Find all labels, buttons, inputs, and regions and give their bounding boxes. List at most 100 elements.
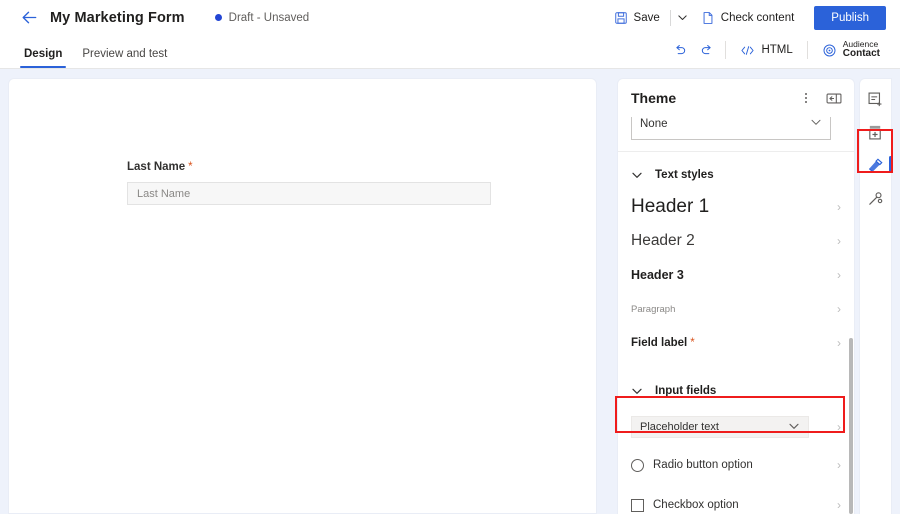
divider bbox=[618, 151, 854, 152]
top-bar-actions: Save Check content Publish bbox=[606, 5, 900, 31]
properties-panel-scrollbar[interactable] bbox=[849, 338, 853, 514]
save-label: Save bbox=[634, 12, 660, 24]
style-row-field-label[interactable]: Field label * › bbox=[618, 326, 854, 360]
chevron-right-icon: › bbox=[837, 337, 841, 349]
html-button[interactable]: HTML bbox=[732, 37, 800, 63]
chevron-right-icon: › bbox=[837, 303, 841, 315]
chevron-down-icon bbox=[810, 117, 822, 131]
tab-list: Design Preview and test bbox=[0, 48, 175, 68]
properties-panel: Theme bbox=[617, 78, 855, 514]
tab-bar-actions: HTML Audience Contact bbox=[667, 37, 900, 68]
option-label: Radio button option bbox=[653, 459, 753, 471]
checkbox-icon bbox=[631, 499, 644, 512]
audience-label-group: Audience Contact bbox=[843, 40, 880, 59]
section-label: Text styles bbox=[655, 169, 714, 181]
theme-style-icon bbox=[867, 157, 884, 174]
option-label: Checkbox option bbox=[653, 499, 739, 511]
chevron-right-icon: › bbox=[837, 459, 841, 471]
redo-icon bbox=[699, 43, 714, 58]
chevron-down-icon bbox=[788, 420, 800, 435]
top-command-bar: My Marketing Form Draft - Unsaved Save bbox=[0, 0, 900, 35]
status-label: Draft - Unsaved bbox=[229, 12, 310, 24]
save-options-button[interactable] bbox=[673, 5, 693, 31]
publish-label: Publish bbox=[831, 12, 869, 24]
style-label: Header 2 bbox=[631, 232, 695, 250]
rail-add-element-button[interactable] bbox=[863, 119, 889, 145]
publish-button[interactable]: Publish bbox=[814, 6, 886, 30]
style-row-header-2[interactable]: Header 2 › bbox=[618, 224, 854, 258]
form-canvas[interactable]: Last Name* Last Name bbox=[8, 78, 597, 514]
audience-button[interactable]: Audience Contact bbox=[814, 37, 888, 63]
app-root: My Marketing Form Draft - Unsaved Save bbox=[0, 0, 900, 514]
required-marker: * bbox=[188, 161, 192, 173]
add-element-icon bbox=[867, 124, 884, 141]
tab-design-label: Design bbox=[24, 48, 62, 60]
redo-button[interactable] bbox=[693, 37, 719, 63]
last-name-placeholder: Last Name bbox=[137, 188, 190, 200]
save-disk-icon bbox=[614, 11, 628, 25]
collapse-panel-icon bbox=[826, 92, 842, 105]
code-brackets-icon bbox=[740, 44, 755, 57]
style-label: Field label bbox=[631, 337, 687, 349]
field-label: Last Name* bbox=[127, 161, 491, 173]
rail-add-section-button[interactable] bbox=[863, 86, 889, 112]
style-label: Paragraph bbox=[631, 304, 675, 315]
properties-panel-header: Theme bbox=[618, 79, 854, 117]
chevron-right-icon: › bbox=[837, 269, 841, 281]
section-header-input-fields[interactable]: Input fields bbox=[618, 376, 854, 406]
tab-bar: Design Preview and test bbox=[0, 35, 900, 69]
target-icon bbox=[822, 43, 837, 58]
chevron-down-icon bbox=[631, 385, 643, 397]
style-row-header-3[interactable]: Header 3 › bbox=[618, 258, 854, 292]
form-field-last-name[interactable]: Last Name* Last Name bbox=[127, 161, 491, 205]
audience-line-2: Contact bbox=[843, 49, 880, 60]
settings-wand-icon bbox=[867, 190, 884, 207]
radio-button-option-row[interactable]: Radio button option › bbox=[618, 448, 854, 482]
chevron-right-icon: › bbox=[837, 499, 841, 511]
tab-preview-and-test[interactable]: Preview and test bbox=[74, 48, 175, 68]
theme-select-value: None bbox=[640, 118, 668, 130]
status-badge: Draft - Unsaved bbox=[215, 12, 310, 24]
collapse-panel-button[interactable] bbox=[825, 89, 843, 107]
placeholder-text-row[interactable]: Placeholder text › bbox=[618, 410, 854, 444]
active-indicator bbox=[889, 156, 892, 173]
document-check-icon bbox=[701, 11, 715, 25]
html-label: HTML bbox=[761, 44, 792, 56]
style-row-header-1[interactable]: Header 1 › bbox=[618, 190, 854, 224]
more-options-button[interactable] bbox=[797, 89, 815, 107]
tab-design[interactable]: Design bbox=[16, 48, 70, 68]
chevron-right-icon: › bbox=[837, 421, 841, 433]
divider bbox=[725, 41, 726, 59]
checkbox-option-row[interactable]: Checkbox option › bbox=[618, 488, 854, 514]
style-row-paragraph[interactable]: Paragraph › bbox=[618, 292, 854, 326]
rail-theme-style-button[interactable] bbox=[863, 152, 889, 178]
rail-settings-button[interactable] bbox=[863, 185, 889, 211]
placeholder-text-select[interactable]: Placeholder text bbox=[631, 416, 809, 438]
tab-preview-label: Preview and test bbox=[82, 48, 167, 60]
field-label-text: Last Name bbox=[127, 161, 185, 173]
check-content-button[interactable]: Check content bbox=[693, 5, 803, 31]
page-title: My Marketing Form bbox=[50, 10, 185, 26]
chevron-right-icon: › bbox=[837, 201, 841, 213]
properties-panel-actions bbox=[797, 89, 843, 107]
section-header-text-styles[interactable]: Text styles bbox=[618, 160, 854, 190]
save-button[interactable]: Save bbox=[606, 5, 668, 31]
undo-button[interactable] bbox=[667, 37, 693, 63]
divider bbox=[670, 10, 671, 26]
chevron-down-icon bbox=[677, 12, 688, 23]
theme-select[interactable]: None bbox=[631, 117, 831, 140]
section-label: Input fields bbox=[655, 385, 716, 397]
theme-select-container: None bbox=[618, 117, 854, 141]
add-section-icon bbox=[867, 91, 884, 108]
more-vertical-icon bbox=[799, 91, 813, 105]
back-button[interactable] bbox=[14, 3, 44, 33]
chevron-right-icon: › bbox=[837, 235, 841, 247]
tool-rail bbox=[859, 78, 892, 514]
arrow-left-icon bbox=[20, 8, 39, 27]
radio-icon bbox=[631, 459, 644, 472]
style-label: Header 1 bbox=[631, 196, 709, 218]
properties-panel-title: Theme bbox=[631, 90, 676, 106]
divider bbox=[807, 41, 808, 59]
status-dot-icon bbox=[215, 14, 222, 21]
last-name-input[interactable]: Last Name bbox=[127, 182, 491, 205]
